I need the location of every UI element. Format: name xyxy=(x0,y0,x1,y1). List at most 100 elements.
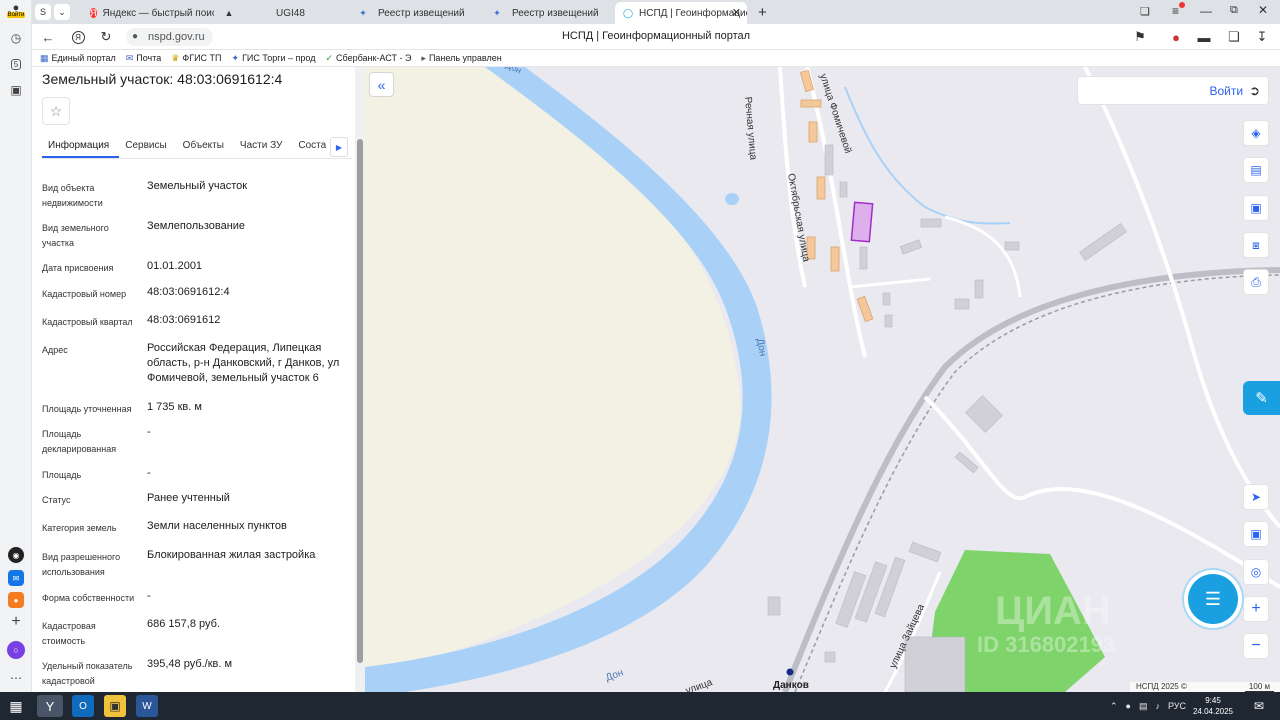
chat-icon[interactable]: ☰ xyxy=(1188,574,1238,624)
login-icon: ➲ xyxy=(1249,82,1260,98)
attribution-text: НСПД 2025 © xyxy=(1136,682,1187,691)
tab-services[interactable]: Сервисы xyxy=(119,137,176,158)
notification-dot-icon xyxy=(1179,2,1185,8)
selected-parcel xyxy=(850,201,874,243)
bookmark-item[interactable]: ✦ ГИС Торги – прод xyxy=(232,53,316,64)
select-area-icon[interactable]: ▣ xyxy=(1243,195,1269,221)
yandex-search-icon[interactable]: Я xyxy=(70,29,86,45)
scrollbar-thumb[interactable] xyxy=(357,139,363,663)
nspd-icon: ◯ xyxy=(622,7,634,18)
language-indicator[interactable]: РУС xyxy=(1168,701,1186,711)
tab-nspd[interactable]: ◯ НСПД | Геоинформационн ✕ xyxy=(615,2,747,24)
locate-icon[interactable]: ➤ xyxy=(1243,484,1269,510)
mic-icon[interactable]: ● xyxy=(1126,701,1131,711)
bookmarks-panel-icon[interactable]: 5 xyxy=(6,54,26,74)
collections-icon[interactable]: ❏ xyxy=(1226,29,1242,45)
bookmark-item[interactable]: ✉ Почта xyxy=(126,53,162,64)
layers-icon[interactable]: ◈ xyxy=(1243,120,1269,146)
windows-taskbar: ▦ Y O ▣ W ⌃ ● ▤ ♪ РУС 9:45 24.04.2025 ✉ xyxy=(0,692,1280,720)
tabs-menu-button[interactable]: S xyxy=(35,4,51,20)
word-icon[interactable]: W xyxy=(136,695,158,717)
bookmark-icon[interactable]: ⚑ xyxy=(1132,29,1148,45)
map-canvas[interactable]: улица Фомичевой Речная улица Октябрьская… xyxy=(365,67,1280,692)
login-badge: Войти xyxy=(6,12,26,18)
extension-icon[interactable]: ● xyxy=(1168,29,1184,45)
tab-manager-icon[interactable]: ❏ xyxy=(1140,5,1150,18)
file-explorer-icon[interactable]: ▣ xyxy=(104,695,126,717)
watermark-id: ID 316802193 xyxy=(977,632,1115,657)
town-marker xyxy=(786,668,794,676)
more-icon[interactable]: ⋯ xyxy=(6,668,26,688)
close-tab-icon[interactable]: ✕ xyxy=(732,6,741,19)
minimap-icon[interactable]: ▣ xyxy=(1243,521,1269,547)
zoom-in-icon[interactable]: + xyxy=(1243,596,1269,622)
download-icon[interactable]: ↧ xyxy=(1254,29,1270,45)
share-icon[interactable]: ⧆ xyxy=(1243,232,1269,258)
tab-yandex[interactable]: Я Яндекс — быстрый поиск xyxy=(82,2,214,24)
watermark-brand: ЦИАН xyxy=(995,589,1111,633)
tab-registry-1[interactable]: ✦ Реестр извещений xyxy=(350,2,482,24)
fgis-icon: ♛ xyxy=(171,52,180,63)
restore-icon[interactable]: ⧉ xyxy=(1230,4,1238,17)
map-svg: улица Фомичевой Речная улица Октябрьская… xyxy=(365,67,1280,692)
url-field[interactable]: ● nspd.gov.ru xyxy=(126,28,213,46)
history-icon[interactable]: ◷ xyxy=(6,28,26,48)
town-label: Данков xyxy=(773,680,809,691)
ruler-icon[interactable]: ▤ xyxy=(1243,157,1269,183)
chevron-down-icon[interactable]: ⌄ xyxy=(54,4,70,20)
bookmark-item[interactable]: ♛ ФГИС ТП xyxy=(171,53,221,64)
tab-objects[interactable]: Объекты xyxy=(177,137,234,158)
bookmark-item[interactable]: ▸ Панель управлен xyxy=(421,53,501,64)
reload-icon[interactable]: ↻ xyxy=(98,29,114,45)
back-arrow-icon[interactable]: ← xyxy=(40,29,56,45)
bookmark-item[interactable]: ✓ Сбербанк-АСТ - Э xyxy=(325,53,411,64)
tab-ugi48[interactable]: ▲ UGI48 xyxy=(216,2,348,24)
tab-parts[interactable]: Части ЗУ xyxy=(234,137,292,158)
print-icon[interactable]: ⎙ xyxy=(1243,269,1269,295)
panel-title: Земельный участок: 48:03:0691612:4 xyxy=(42,71,283,87)
network-icon[interactable]: ▤ xyxy=(1139,701,1148,712)
panel-scrollbar[interactable] xyxy=(355,67,365,692)
screenshot-icon[interactable]: ▣ xyxy=(6,80,26,100)
vpn-icon[interactable]: ▬ xyxy=(1196,29,1212,45)
yandex-icon: Я xyxy=(90,8,97,18)
collapse-panel-icon[interactable]: « xyxy=(369,72,394,97)
new-tab-icon[interactable]: + xyxy=(758,4,767,21)
windows-start-icon[interactable]: ▦ xyxy=(5,695,27,717)
nspd-assistant-icon[interactable]: ✎ xyxy=(1243,381,1280,415)
panel-icon: ▸ xyxy=(421,52,426,63)
tab-bar: S ⌄ Я Яндекс — быстрый поиск ▲ UGI48 ✦ Р… xyxy=(32,0,1280,24)
tabs-next-icon[interactable]: ▶ xyxy=(330,137,348,157)
close-window-icon[interactable]: ✕ xyxy=(1258,3,1268,17)
yandex-browser-icon[interactable]: Y xyxy=(37,695,63,717)
clock[interactable]: 9:45 24.04.2025 xyxy=(1190,695,1236,717)
tray-chevron-icon[interactable]: ⌃ xyxy=(1110,701,1118,712)
login-button[interactable]: Войти ➲ xyxy=(1077,76,1269,105)
outlook-icon[interactable]: O xyxy=(72,695,94,717)
scale-label: 100 м xyxy=(1244,682,1274,692)
emblem-icon: ✦ xyxy=(231,52,240,63)
minimize-icon[interactable]: — xyxy=(1200,4,1212,18)
lock-icon: ● xyxy=(132,31,139,42)
panel-tabs: Информация Сервисы Объекты Части ЗУ Сост… xyxy=(42,137,352,159)
app-icon-3[interactable]: ● xyxy=(8,592,24,608)
app-icon-1[interactable]: ◉ xyxy=(8,547,24,563)
geolocation-icon[interactable]: ◎ xyxy=(1243,559,1269,585)
zoom-out-icon[interactable]: − xyxy=(1243,633,1269,659)
profile-avatar[interactable]: ● Войти xyxy=(4,2,28,22)
add-app-icon[interactable]: + xyxy=(6,612,26,632)
menu-icon[interactable]: ≡ xyxy=(1172,2,1185,18)
app-icon-2[interactable]: ✉ xyxy=(8,570,24,586)
sberbank-icon: ✓ xyxy=(325,52,334,63)
mail-icon: ✉ xyxy=(125,52,134,63)
bookmarks-bar: ▦ Единый портал ✉ Почта ♛ ФГИС ТП ✦ ГИС Торг… xyxy=(32,50,1280,67)
favorite-star-icon[interactable]: ☆ xyxy=(42,97,70,125)
clock-date: 24.04.2025 xyxy=(1192,707,1234,716)
browser-sidebar: ● Войти ◷ 5 ▣ ◉ ✉ ● + ○ ⋯ xyxy=(0,0,32,692)
notifications-icon[interactable]: ✉ xyxy=(1248,695,1270,717)
bookmark-item[interactable]: ▦ Единый портал xyxy=(40,53,116,64)
tab-info[interactable]: Информация xyxy=(42,137,120,158)
volume-icon[interactable]: ♪ xyxy=(1156,701,1161,711)
alice-icon[interactable]: ○ xyxy=(7,641,25,659)
tab-registry-2[interactable]: ✦ Реестр извещений xyxy=(484,2,616,24)
